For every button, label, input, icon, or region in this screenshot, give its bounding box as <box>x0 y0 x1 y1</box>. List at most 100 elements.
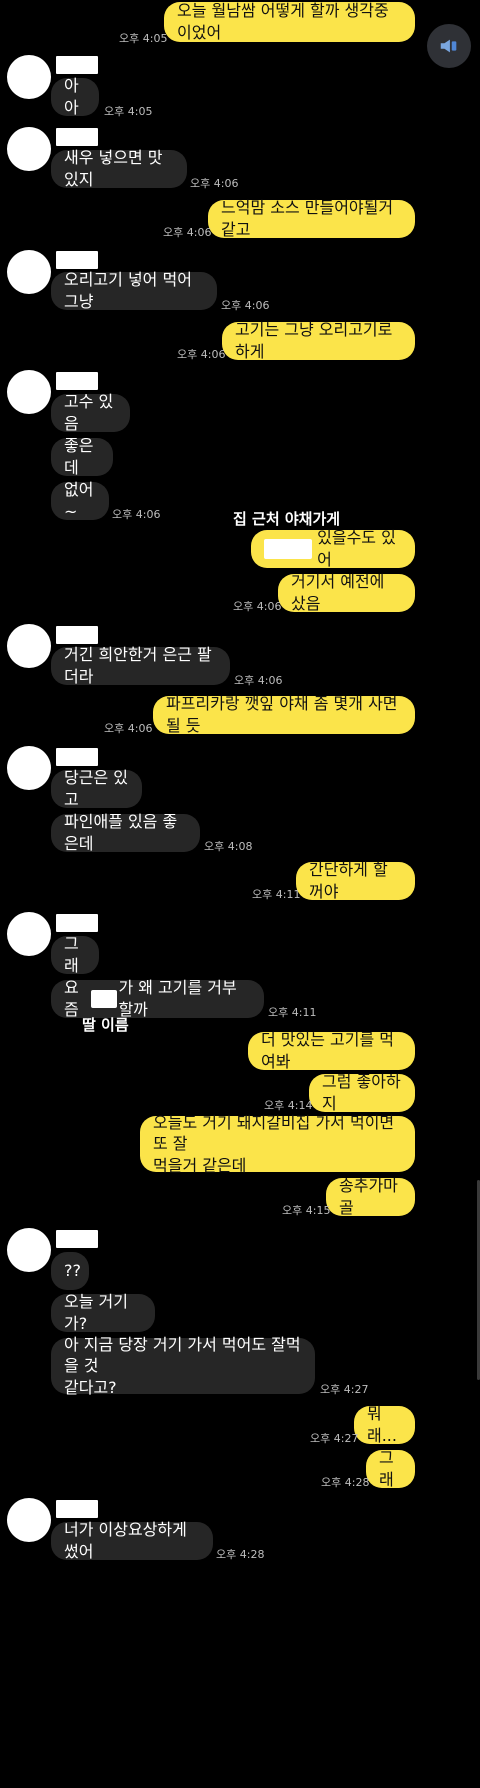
message-bubble: 거긴 희안한거 은근 팔더라 <box>51 645 230 686</box>
message-bubble: 그래 <box>51 934 99 975</box>
message-bubble: 느억맘 소스 만들어야될거 같고 <box>208 198 415 239</box>
sender-name-redacted <box>56 914 98 932</box>
notice-button[interactable] <box>427 24 471 68</box>
message-bubble: 없어~ <box>51 480 109 521</box>
message-bubble: 오늘 거기 가? <box>51 1292 155 1333</box>
message-time: 오후 4:06 <box>190 177 239 190</box>
avatar[interactable] <box>7 912 51 956</box>
message-bubble: 고수 있음 <box>51 392 130 433</box>
message-text: 파인애플 있음 좋은데 <box>64 812 178 853</box>
message-time: 오후 4:27 <box>320 1383 369 1396</box>
message-text: 좋은데 <box>64 436 94 477</box>
message-bubble: 간단하게 할꺼야 <box>296 860 415 901</box>
message-bubble: 오늘도 거기 돼지갈비집 가서 먹이면 또 잘 먹을거 같은데 <box>140 1113 415 1175</box>
message-bubble: 그럼 좋아하지 <box>309 1072 415 1113</box>
annotation-daughter-name: 딸 이름 <box>82 1016 129 1034</box>
message-text: ?? <box>64 1261 81 1281</box>
message-text: 아 지금 당장 거기 가서 먹어도 잘먹을 것 같다고? <box>64 1334 301 1397</box>
sender-name-redacted <box>56 372 98 390</box>
message-text: 느억맘 소스 만들어야될거 같고 <box>221 198 399 239</box>
sender-name-redacted <box>56 56 98 74</box>
message-text: 파프리카랑 깻잎 야채 좀 몇개 사면 될 듯 <box>166 694 403 735</box>
message-bubble: 파인애플 있음 좋은데 <box>51 812 200 853</box>
message-bubble: 오리고기 넣어 먹어 그냥 <box>51 270 217 311</box>
message-time: 오후 4:06 <box>163 226 212 239</box>
message-text: 오늘도 거기 돼지갈비집 가서 먹이면 또 잘 먹을거 같은데 <box>153 1112 395 1175</box>
message-text: 새우 넣으면 맛있지 <box>64 148 163 189</box>
message-text: 그럼 좋아하지 <box>322 1072 401 1113</box>
message-time: 오후 4:08 <box>204 840 253 853</box>
message-text: 고수 있음 <box>64 392 114 433</box>
message-bubble: 뭐래... <box>354 1404 415 1445</box>
message-bubble: 그래 <box>366 1448 415 1489</box>
message-bubble: 거기서 예전에 샀음 <box>278 572 415 613</box>
avatar[interactable] <box>7 1228 51 1272</box>
message-bubble: 고기는 그냥 오리고기로 하게 <box>222 320 415 361</box>
message-time: 오후 4:06 <box>104 722 153 735</box>
sender-name-redacted <box>56 748 98 766</box>
message-time: 오후 4:28 <box>321 1476 370 1489</box>
annotation-veg-store: 집 근처 야채가게 <box>233 510 341 528</box>
avatar[interactable] <box>7 624 51 668</box>
message-text: 뭐래... <box>367 1404 397 1445</box>
message-text: 없어~ <box>64 480 94 521</box>
message-bubble: 요즘 가 왜 고기를 거부할까 <box>51 978 264 1019</box>
message-text: 오늘 거기 가? <box>64 1292 134 1333</box>
message-text: 송추가마골 <box>339 1176 398 1217</box>
message-time: 오후 4:06 <box>177 348 226 361</box>
message-bubble: 있을수도 있어 <box>251 528 415 569</box>
message-text: 거기서 예전에 샀음 <box>291 572 390 613</box>
message-text: 더 맛있는 고기를 먹여봐 <box>261 1030 395 1071</box>
avatar[interactable] <box>7 1498 51 1542</box>
message-text: 아아 <box>64 76 79 117</box>
sender-name-redacted <box>56 128 98 146</box>
redacted-daughter-name <box>91 990 118 1008</box>
message-text: 당근은 있고 <box>64 768 128 809</box>
avatar[interactable] <box>7 370 51 414</box>
avatar[interactable] <box>7 127 51 171</box>
message-bubble: ?? <box>51 1252 89 1290</box>
message-bubble: 새우 넣으면 맛있지 <box>51 148 187 189</box>
message-bubble: 송추가마골 <box>326 1176 415 1217</box>
message-time: 오후 4:11 <box>268 1006 317 1019</box>
message-text: 너가 이상요상하게 썼어 <box>64 1520 192 1561</box>
message-time: 오후 4:06 <box>234 674 283 687</box>
message-time: 오후 4:06 <box>112 508 161 521</box>
message-text: 오리고기 넣어 먹어 그냥 <box>64 270 198 311</box>
message-bubble: 더 맛있는 고기를 먹여봐 <box>248 1030 415 1071</box>
message-bubble: 파프리카랑 깻잎 야채 좀 몇개 사면 될 듯 <box>153 694 415 735</box>
message-text: 거긴 희안한거 은근 팔더라 <box>64 645 212 686</box>
sender-name-redacted <box>56 1230 98 1248</box>
sender-name-redacted <box>56 1500 98 1518</box>
message-time: 오후 4:27 <box>310 1432 359 1445</box>
message-bubble: 오늘 월남쌈 어떻게 할까 생각중이었어 <box>164 1 415 42</box>
message-text: 그래 <box>64 934 79 975</box>
message-time: 오후 4:28 <box>216 1548 265 1561</box>
message-time: 오후 4:05 <box>119 32 168 45</box>
message-time: 오후 4:15 <box>282 1204 331 1217</box>
message-text: 그래 <box>379 1448 394 1489</box>
redacted-store-name <box>264 539 313 559</box>
avatar[interactable] <box>7 250 51 294</box>
message-time: 오후 4:06 <box>233 600 282 613</box>
message-time: 오후 4:11 <box>252 888 301 901</box>
message-text: 오늘 월남쌈 어떻게 할까 생각중이었어 <box>177 1 389 42</box>
message-text: 있을수도 있어 <box>317 528 396 569</box>
message-text: 고기는 그냥 오리고기로 하게 <box>235 320 398 361</box>
chat-screen: 오늘 월남쌈 어떻게 할까 생각중이었어 오후 4:05 아아 오후 4:05 … <box>0 0 480 1788</box>
message-time: 오후 4:14 <box>264 1099 313 1112</box>
sender-name-redacted <box>56 251 98 269</box>
message-time: 오후 4:06 <box>221 299 270 312</box>
message-bubble: 당근은 있고 <box>51 768 142 809</box>
message-bubble: 좋은데 <box>51 436 113 477</box>
message-bubble: 아 지금 당장 거기 가서 먹어도 잘먹을 것 같다고? <box>51 1335 315 1397</box>
message-text-suffix: 가 왜 고기를 거부할까 <box>118 978 237 1019</box>
message-time: 오후 4:05 <box>104 105 153 118</box>
message-text: 간단하게 할꺼야 <box>309 860 388 901</box>
sender-name-redacted <box>56 626 98 644</box>
message-bubble: 아아 <box>51 76 99 117</box>
message-bubble: 너가 이상요상하게 썼어 <box>51 1520 213 1561</box>
avatar[interactable] <box>7 746 51 790</box>
avatar[interactable] <box>7 55 51 99</box>
megaphone-icon <box>440 39 457 53</box>
